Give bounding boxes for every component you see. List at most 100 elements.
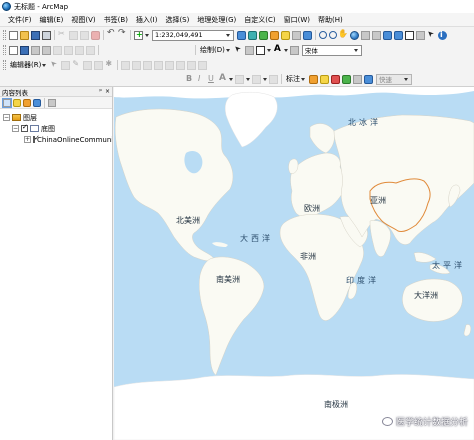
- tree-row-basemap-group[interactable]: − 底图: [0, 123, 112, 134]
- list-by-selection-icon[interactable]: [33, 98, 41, 107]
- add-data-dropdown-icon[interactable]: [145, 33, 149, 37]
- arctoolbox-icon[interactable]: [281, 30, 290, 40]
- focus-data-frame-icon[interactable]: [86, 45, 95, 55]
- edit-tool-icon[interactable]: [50, 61, 59, 70]
- fixed-zoom-in-icon[interactable]: [361, 30, 370, 40]
- font-color-icon[interactable]: [218, 73, 227, 84]
- sketch-properties-icon[interactable]: [187, 60, 197, 70]
- redo-icon[interactable]: [118, 28, 127, 40]
- close-icon[interactable]: ×: [105, 88, 110, 95]
- menu-customize[interactable]: 自定义(C): [240, 14, 279, 26]
- pause-labeling-icon[interactable]: [353, 74, 362, 84]
- toc-options-icon[interactable]: [48, 98, 56, 107]
- label-weight-icon[interactable]: [331, 74, 340, 84]
- point-icon[interactable]: [105, 59, 114, 70]
- reshape-icon[interactable]: [132, 60, 142, 70]
- view-unplaced-labels-icon[interactable]: [364, 74, 373, 84]
- bold-icon[interactable]: [185, 74, 194, 84]
- full-extent-icon[interactable]: [350, 30, 359, 40]
- toggle-draft-icon[interactable]: [75, 45, 84, 55]
- rectangle-icon[interactable]: [255, 45, 265, 55]
- font-combobox[interactable]: 宋体: [301, 44, 362, 56]
- attributes-icon[interactable]: [176, 60, 186, 70]
- refresh-icon[interactable]: [31, 45, 40, 55]
- zoom-out-icon[interactable]: [329, 31, 337, 39]
- font-color-dropdown-icon[interactable]: [229, 77, 233, 81]
- edit-annotation-icon[interactable]: [61, 60, 71, 70]
- visibility-checkbox[interactable]: [21, 123, 28, 132]
- endpoint-arc-icon[interactable]: [83, 60, 93, 70]
- line-color-dropdown-icon[interactable]: [263, 77, 267, 81]
- delete-icon[interactable]: [91, 30, 100, 40]
- edit-vertices-icon[interactable]: [289, 45, 299, 55]
- fill-color-icon[interactable]: [235, 74, 244, 84]
- undo-icon[interactable]: [107, 28, 116, 40]
- paste-icon[interactable]: [80, 30, 89, 40]
- next-extent-icon[interactable]: [394, 30, 403, 40]
- select-elements-icon[interactable]: [427, 31, 436, 40]
- menu-windows[interactable]: 窗口(W): [280, 14, 314, 26]
- tree-row-layers[interactable]: − 图层: [0, 112, 112, 123]
- toolbar-grip[interactable]: [3, 45, 6, 55]
- split-icon[interactable]: [154, 60, 164, 70]
- menu-bookmarks[interactable]: 书签(B): [100, 14, 132, 26]
- menu-help[interactable]: 帮助(H): [314, 14, 347, 26]
- map-scale-combobox[interactable]: 1:232,049,491: [152, 29, 234, 41]
- editor-toolbar-icon[interactable]: [237, 30, 246, 40]
- pan-hand-icon[interactable]: [338, 29, 348, 40]
- text-dropdown-icon[interactable]: [283, 48, 288, 52]
- shape-dropdown-icon[interactable]: [266, 48, 271, 52]
- draw-menu[interactable]: 绘制(D): [198, 45, 233, 55]
- tree-row-basemap-layer[interactable]: + ChinaOnlineCommunity: [0, 134, 112, 145]
- label-manager-icon[interactable]: [309, 74, 318, 84]
- straight-segment-icon[interactable]: [72, 59, 81, 70]
- rotate-tool-icon[interactable]: [165, 60, 175, 70]
- previous-extent-icon[interactable]: [383, 30, 392, 40]
- python-window-icon[interactable]: [292, 30, 301, 40]
- fixed-zoom-out-icon[interactable]: [372, 30, 381, 40]
- labeling-menu[interactable]: 标注: [284, 74, 308, 84]
- italic-icon[interactable]: [196, 74, 205, 84]
- catalog-icon[interactable]: [259, 30, 268, 40]
- new-document-icon[interactable]: [9, 30, 18, 40]
- select-features-icon[interactable]: [405, 30, 414, 40]
- menu-insert[interactable]: 插入(I): [132, 14, 162, 26]
- cut-polygons-icon[interactable]: [143, 60, 153, 70]
- zoom-in-icon[interactable]: [319, 31, 327, 39]
- lock-labels-icon[interactable]: [342, 74, 351, 84]
- marker-color-icon[interactable]: [269, 74, 278, 84]
- list-by-source-icon[interactable]: [13, 98, 21, 107]
- layout-view-icon[interactable]: [9, 45, 18, 55]
- search-window-icon[interactable]: [270, 30, 279, 40]
- underline-icon[interactable]: [207, 74, 216, 84]
- menu-geoprocessing[interactable]: 地理处理(G): [193, 14, 240, 26]
- fill-color-dropdown-icon[interactable]: [246, 77, 250, 81]
- edit-vertices-tool-icon[interactable]: [121, 60, 131, 70]
- copy-icon[interactable]: [69, 30, 78, 40]
- toolbar-grip[interactable]: [3, 30, 6, 40]
- clear-selection-icon[interactable]: [416, 30, 425, 40]
- trace-icon[interactable]: [94, 60, 104, 70]
- data-view-icon[interactable]: [20, 45, 29, 55]
- create-features-icon[interactable]: [198, 60, 208, 70]
- editor-menu[interactable]: 编辑器(R): [8, 60, 49, 70]
- expand-icon[interactable]: +: [24, 136, 31, 143]
- cut-icon[interactable]: [58, 29, 67, 40]
- visibility-checkbox[interactable]: [33, 134, 40, 143]
- menu-edit[interactable]: 编辑(E): [36, 14, 68, 26]
- label-priority-icon[interactable]: [320, 74, 329, 84]
- rotate-icon[interactable]: [244, 45, 254, 55]
- text-icon[interactable]: [273, 44, 282, 55]
- menu-file[interactable]: 文件(F): [4, 14, 36, 26]
- menu-view[interactable]: 视图(V): [67, 14, 99, 26]
- zoom-100-icon[interactable]: [64, 45, 73, 55]
- print-icon[interactable]: [42, 30, 51, 40]
- list-by-visibility-icon[interactable]: [23, 98, 31, 107]
- collapse-icon[interactable]: −: [12, 125, 19, 132]
- model-builder-icon[interactable]: [303, 30, 312, 40]
- identify-icon[interactable]: [438, 30, 447, 40]
- table-of-contents-icon[interactable]: [248, 30, 257, 40]
- menu-selection[interactable]: 选择(S): [161, 14, 193, 26]
- add-data-icon[interactable]: [134, 30, 143, 40]
- zoom-whole-page-icon[interactable]: [53, 45, 62, 55]
